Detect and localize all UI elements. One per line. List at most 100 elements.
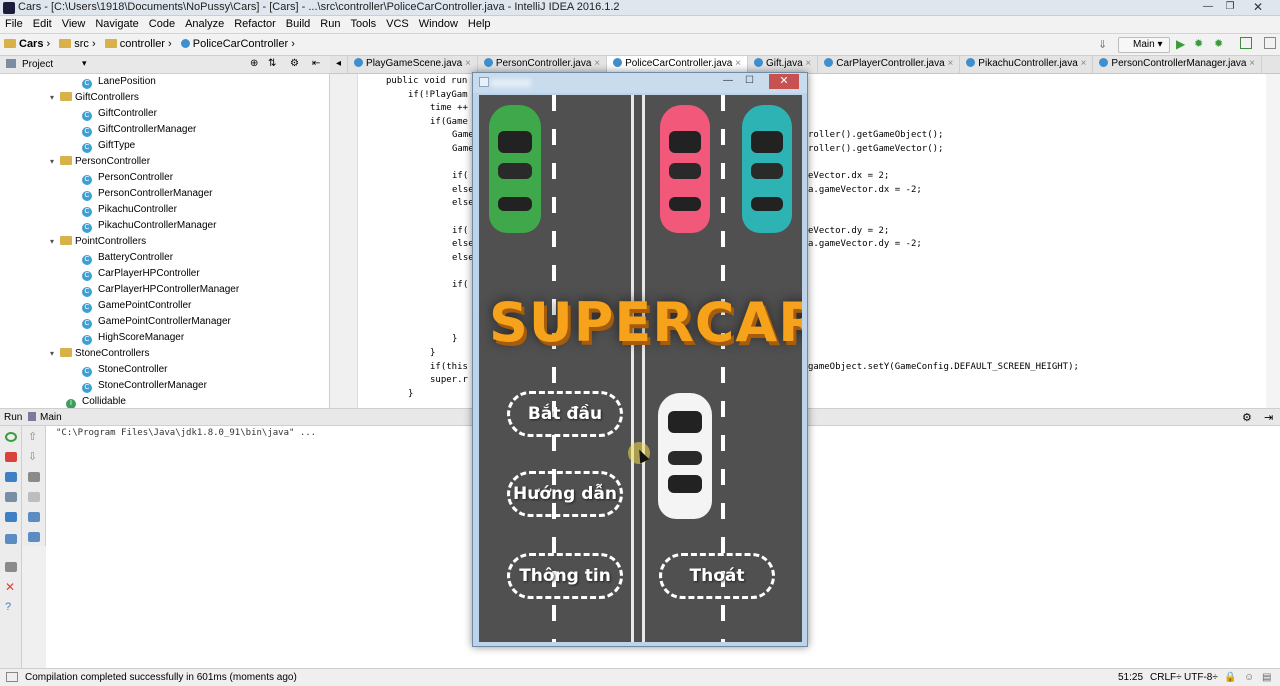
breadcrumb-file[interactable]: PoliceCarController › xyxy=(177,34,297,50)
tree-class[interactable]: C GamePointControllerManager xyxy=(82,314,231,330)
tab-close-icon[interactable]: × xyxy=(803,58,811,69)
exit-button[interactable]: Thoát xyxy=(659,553,775,599)
soft-wrap-icon[interactable] xyxy=(28,472,40,482)
help-button[interactable]: Hướng dẫn xyxy=(507,471,623,517)
tree-package[interactable]: ▾ PersonController xyxy=(50,154,150,170)
editor-tab[interactable]: PersonControllerManager.java × xyxy=(1093,56,1263,73)
tab-close-icon[interactable]: × xyxy=(732,58,741,69)
search-everywhere-icon[interactable] xyxy=(1264,37,1276,49)
minimize-icon[interactable]: — xyxy=(723,75,733,86)
event-log-icon[interactable]: ▤ xyxy=(1262,672,1271,683)
help-icon[interactable]: ? xyxy=(5,602,17,613)
editor-tab[interactable]: PikachuController.java × xyxy=(960,56,1094,73)
menu-file[interactable]: File xyxy=(0,16,28,30)
menu-help[interactable]: Help xyxy=(463,16,496,30)
close-icon[interactable]: ✕ xyxy=(1246,0,1270,14)
pause-icon[interactable] xyxy=(5,472,17,482)
file-encoding[interactable]: UTF-8÷ xyxy=(1184,672,1218,683)
chevron-down-icon[interactable]: ▾ xyxy=(82,58,87,69)
gear-icon[interactable]: ⚙ xyxy=(290,58,299,69)
project-panel-title[interactable]: Project xyxy=(22,59,53,70)
tree-class[interactable]: C GiftController xyxy=(82,106,157,122)
status-message[interactable]: Compilation completed successfully in 60… xyxy=(25,672,297,683)
tree-class[interactable]: C PersonController xyxy=(82,170,173,186)
tab-close-icon[interactable]: × xyxy=(462,58,471,69)
menu-build[interactable]: Build xyxy=(281,16,315,30)
menu-navigate[interactable]: Navigate xyxy=(90,16,143,30)
maximize-icon[interactable]: ❐ xyxy=(1218,0,1242,14)
menu-refactor[interactable]: Refactor xyxy=(229,16,281,30)
editor-tab[interactable]: CarPlayerController.java × xyxy=(818,56,961,73)
menu-run[interactable]: Run xyxy=(315,16,345,30)
lock-icon[interactable]: 🔒 xyxy=(1224,672,1236,683)
tree-class[interactable]: C PikachuController xyxy=(82,202,177,218)
trash-icon[interactable] xyxy=(28,532,40,542)
run-panel-label[interactable]: Run xyxy=(4,412,22,423)
tree-class[interactable]: C PikachuControllerManager xyxy=(82,218,216,234)
exit-icon[interactable] xyxy=(5,512,17,522)
breadcrumb-controller[interactable]: controller › xyxy=(101,34,174,50)
inspector-icon[interactable]: ☺ xyxy=(1244,672,1254,683)
scroll-from-source-icon[interactable]: ⊕ xyxy=(250,58,258,69)
run-icon[interactable]: ▶ xyxy=(1176,37,1185,51)
close-icon[interactable]: ✕ xyxy=(769,74,799,89)
chevron-down-icon[interactable]: ▾ xyxy=(50,234,60,250)
chevron-down-icon[interactable]: ▾ xyxy=(50,346,60,362)
menu-analyze[interactable]: Analyze xyxy=(180,16,229,30)
tree-package[interactable]: ▾ StoneControllers xyxy=(50,346,149,362)
tab-close-icon[interactable]: × xyxy=(591,58,600,69)
tab-close-icon[interactable]: × xyxy=(945,58,953,69)
start-button[interactable]: Bắt đầu xyxy=(507,391,623,437)
collapse-all-icon[interactable]: ⇅ xyxy=(268,58,276,69)
coverage-icon[interactable]: ✹ xyxy=(1214,37,1223,50)
tree-class[interactable]: C LanePosition xyxy=(82,74,156,90)
menu-edit[interactable]: Edit xyxy=(28,16,57,30)
chevron-down-icon[interactable]: ▾ xyxy=(50,90,60,106)
line-separator[interactable]: CRLF÷ xyxy=(1150,672,1182,683)
editor-scrollbar[interactable] xyxy=(1266,74,1280,408)
rerun-icon[interactable] xyxy=(5,432,17,442)
tree-class[interactable]: C GamePointController xyxy=(82,298,191,314)
tree-class[interactable]: C CarPlayerHPControllerManager xyxy=(82,282,239,298)
project-structure-icon[interactable] xyxy=(1240,37,1252,49)
editor-tab[interactable]: PersonController.java × xyxy=(478,56,608,73)
caret-position[interactable]: 51:25 xyxy=(1118,672,1143,683)
run-config-selector[interactable]: Main ▾ xyxy=(1118,37,1170,53)
tab-close-icon[interactable]: × xyxy=(1247,58,1255,69)
menu-window[interactable]: Window xyxy=(414,16,463,30)
breadcrumb-project[interactable]: Cars › xyxy=(0,34,52,50)
arrow-down-icon[interactable]: ⇩ xyxy=(28,452,40,463)
tree-class[interactable]: C HighScoreManager xyxy=(82,330,184,346)
tree-class[interactable]: C StoneController xyxy=(82,362,167,378)
tree-package[interactable]: ▾ PointControllers xyxy=(50,234,146,250)
maximize-icon[interactable]: ☐ xyxy=(745,75,754,86)
build-icon[interactable]: ⇓ xyxy=(1098,38,1110,51)
hide-panel-icon[interactable]: ⇤ xyxy=(312,58,320,69)
editor-tab[interactable]: PoliceCarController.java × xyxy=(607,56,748,73)
chevron-down-icon[interactable]: ▾ xyxy=(50,154,60,170)
info-button[interactable]: Thông tin xyxy=(507,553,623,599)
tree-class[interactable]: C GiftControllerManager xyxy=(82,122,196,138)
menu-code[interactable]: Code xyxy=(144,16,180,30)
tree-class[interactable]: C StoneControllerManager xyxy=(82,378,207,394)
minimize-icon[interactable]: — xyxy=(1196,0,1220,14)
run-config-tab[interactable]: Main xyxy=(40,412,62,423)
stop-icon[interactable] xyxy=(5,452,17,462)
tree-class[interactable]: C BatteryController xyxy=(82,250,173,266)
tree-class[interactable]: C CarPlayerHPController xyxy=(82,266,200,282)
tool-windows-icon[interactable] xyxy=(6,672,18,682)
breadcrumb-src[interactable]: src › xyxy=(55,34,97,50)
menu-vcs[interactable]: VCS xyxy=(381,16,414,30)
gear-icon[interactable]: ⚙ xyxy=(1242,411,1252,424)
print-icon[interactable] xyxy=(28,512,40,522)
close-icon[interactable]: ✕ xyxy=(5,581,17,593)
tree-class[interactable]: I Collidable xyxy=(66,394,126,408)
layout-icon[interactable] xyxy=(5,534,17,544)
tree-class[interactable]: C GiftType xyxy=(82,138,135,154)
tree-class[interactable]: C PersonControllerManager xyxy=(82,186,213,202)
scroll-to-end-icon[interactable] xyxy=(28,492,40,502)
pin-icon[interactable] xyxy=(5,562,17,572)
tabs-scroll-left-icon[interactable]: ◂ xyxy=(330,56,349,73)
hide-panel-icon[interactable]: ⇥ xyxy=(1264,411,1273,424)
editor-tab[interactable]: PlayGameScene.java × xyxy=(348,56,478,73)
